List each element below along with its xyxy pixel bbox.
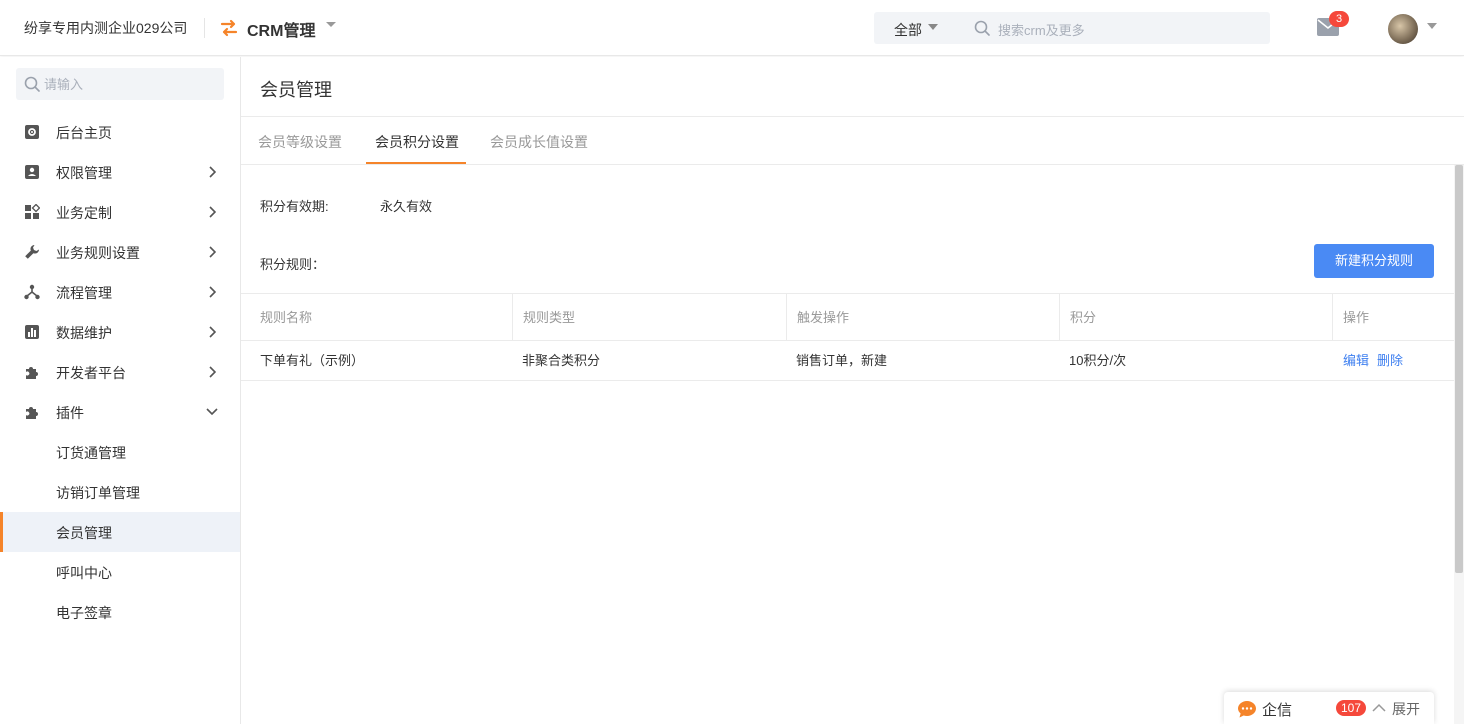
top-bar: 纷享专用内测企业029公司 CRM管理 全部 搜索crm及更多 3 xyxy=(0,0,1464,56)
sidebar-subitem-label: 电子签章 xyxy=(56,605,112,621)
search-icon[interactable] xyxy=(974,20,990,36)
wrench-icon xyxy=(25,244,40,259)
user-card-icon xyxy=(25,165,39,179)
chevron-down-icon[interactable] xyxy=(325,21,337,29)
rule-name-cell: 下单有礼（示例） xyxy=(260,353,365,368)
avatar[interactable] xyxy=(1388,14,1418,44)
sidebar-item-label: 业务规则设置 xyxy=(56,245,140,261)
chevron-right-icon xyxy=(209,206,216,218)
sidebar-item-label: 权限管理 xyxy=(56,165,112,181)
chevron-down-icon[interactable] xyxy=(1427,23,1437,30)
scrollbar[interactable] xyxy=(1454,165,1464,724)
active-tab-indicator xyxy=(366,162,466,164)
edit-link[interactable]: 编辑 xyxy=(1343,341,1369,380)
sidebar-subitem-order-manage[interactable]: 订货通管理 xyxy=(0,432,240,472)
sidebar-item-process[interactable]: 流程管理 xyxy=(0,272,240,312)
sidebar-search xyxy=(16,68,224,100)
column-header: 规则名称 xyxy=(260,310,313,325)
sidebar-subitem-label: 访销订单管理 xyxy=(56,485,140,501)
sidebar-item-label: 业务定制 xyxy=(56,205,112,221)
company-name[interactable]: 纷享专用内测企业029公司 xyxy=(24,18,187,38)
tab-bar: 会员等级设置 会员积分设置 会员成长值设置 xyxy=(241,117,1464,165)
chevron-right-icon xyxy=(209,166,216,178)
sidebar-item-home[interactable]: 后台主页 xyxy=(0,112,240,152)
rule-type-cell: 非聚合类积分 xyxy=(522,353,601,368)
scrollbar-thumb[interactable] xyxy=(1455,165,1463,573)
sidebar-subitem-label: 呼叫中心 xyxy=(56,565,112,581)
chevron-right-icon xyxy=(209,366,216,378)
validity-value: 永久有效 xyxy=(380,199,433,214)
expand-button[interactable]: 展开 xyxy=(1392,699,1420,719)
column-header: 操作 xyxy=(1332,294,1454,341)
new-points-rule-button[interactable]: 新建积分规则 xyxy=(1314,244,1434,278)
sidebar-subitem-label: 订货通管理 xyxy=(56,445,126,461)
sidebar-item-label: 开发者平台 xyxy=(56,365,126,381)
validity-label: 积分有效期: xyxy=(260,199,329,214)
sidebar-item-developer[interactable]: 开发者平台 xyxy=(0,352,240,392)
table-header: 规则名称 规则类型 触发操作 积分 操作 xyxy=(241,293,1454,341)
flow-icon xyxy=(24,284,40,300)
sidebar-item-business-custom[interactable]: 业务定制 xyxy=(0,192,240,232)
widgets-icon xyxy=(25,204,40,219)
chevron-up-icon[interactable] xyxy=(1372,703,1386,712)
page-title: 会员管理 xyxy=(260,80,332,100)
sidebar-subitem-label: 会员管理 xyxy=(56,525,112,541)
main-content: 会员管理 会员等级设置 会员积分设置 会员成长值设置 积分有效期: 永久有效 积… xyxy=(241,57,1464,724)
column-header: 规则类型 xyxy=(512,294,786,341)
messenger-widget[interactable]: 企信 107 展开 xyxy=(1224,692,1434,724)
rules-label: 积分规则： xyxy=(260,257,326,272)
search-icon xyxy=(24,76,40,92)
tab-member-level[interactable]: 会员等级设置 xyxy=(258,132,342,152)
chevron-right-icon xyxy=(209,246,216,258)
crm-app-icon xyxy=(220,19,238,37)
mail-badge: 3 xyxy=(1329,11,1349,27)
search-scope-select[interactable]: 全部 xyxy=(894,20,922,40)
sidebar-item-permissions[interactable]: 权限管理 xyxy=(0,152,240,192)
chevron-right-icon xyxy=(209,286,216,298)
search-input[interactable]: 搜索crm及更多 xyxy=(998,20,1085,39)
gear-icon xyxy=(25,125,39,139)
chevron-down-icon[interactable] xyxy=(928,24,938,31)
sidebar-item-label: 数据维护 xyxy=(56,325,112,341)
app-switcher[interactable]: CRM管理 xyxy=(247,17,315,41)
tab-member-points[interactable]: 会员积分设置 xyxy=(375,132,459,152)
column-header: 触发操作 xyxy=(786,294,1059,341)
sidebar-item-label: 流程管理 xyxy=(56,285,112,301)
sidebar-search-input[interactable] xyxy=(44,74,214,94)
puzzle-icon xyxy=(26,367,38,379)
chat-bubble-icon xyxy=(1238,701,1256,718)
sidebar-item-data[interactable]: 数据维护 xyxy=(0,312,240,352)
sidebar-subitem-call-center[interactable]: 呼叫中心 xyxy=(0,552,240,592)
points-cell: 10积分/次 xyxy=(1069,353,1127,368)
bar-chart-icon xyxy=(25,325,39,339)
sidebar-item-label: 插件 xyxy=(56,405,84,421)
sidebar-item-label: 后台主页 xyxy=(56,125,112,141)
trigger-cell: 销售订单，新建 xyxy=(796,353,888,368)
divider xyxy=(204,18,205,38)
messenger-label: 企信 xyxy=(1262,702,1293,719)
sidebar-item-plugins[interactable]: 插件 xyxy=(0,392,240,432)
global-search: 全部 搜索crm及更多 xyxy=(874,12,1270,44)
sidebar-subitem-e-signature[interactable]: 电子签章 xyxy=(0,592,240,632)
tab-member-growth[interactable]: 会员成长值设置 xyxy=(490,132,588,152)
delete-link[interactable]: 删除 xyxy=(1377,341,1403,380)
chevron-right-icon xyxy=(209,326,216,338)
sidebar-subitem-visit-sales[interactable]: 访销订单管理 xyxy=(0,472,240,512)
unread-badge: 107 xyxy=(1336,700,1367,716)
sidebar: 后台主页 权限管理 业务定制 业务规则设置 流程管理 数据维护 开发者平台 插件 xyxy=(0,57,241,724)
table-row: 下单有礼（示例） 非聚合类积分 销售订单，新建 10积分/次 编辑 删除 xyxy=(241,341,1454,381)
chevron-down-icon xyxy=(206,408,218,416)
puzzle-icon xyxy=(26,407,38,419)
sidebar-subitem-member-manage[interactable]: 会员管理 xyxy=(0,512,240,552)
column-header: 积分 xyxy=(1059,294,1332,341)
sidebar-item-business-rules[interactable]: 业务规则设置 xyxy=(0,232,240,272)
